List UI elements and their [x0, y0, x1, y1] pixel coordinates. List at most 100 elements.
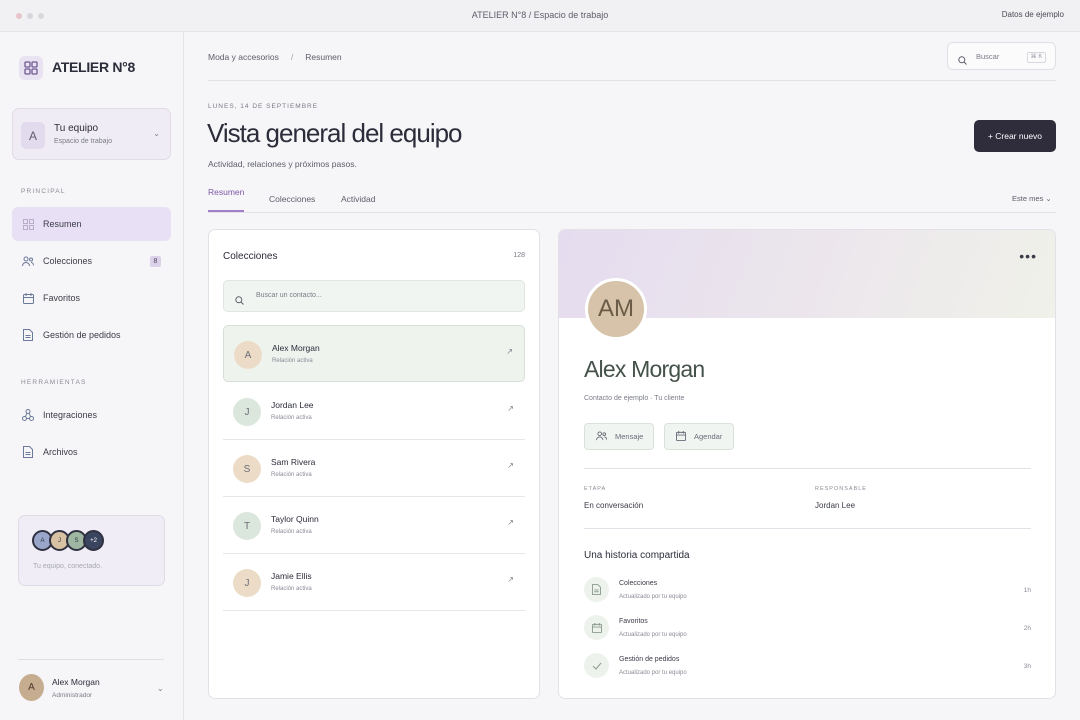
detail-divider — [584, 528, 1031, 529]
grid-icon — [22, 218, 34, 230]
arrow-up-right-icon: ↗ — [507, 575, 514, 584]
contact-search-input[interactable]: Buscar un contacto... — [223, 280, 525, 312]
document-icon — [22, 446, 34, 458]
integrations-icon — [22, 409, 34, 421]
check-icon — [584, 653, 609, 678]
page-title: Vista general del equipo — [207, 118, 463, 148]
history-item[interactable]: Colecciones Actualizado por tu equipo 1h — [584, 577, 1031, 607]
search-icon — [235, 292, 244, 310]
user-menu-chevron-icon[interactable]: ⌄ — [157, 684, 164, 693]
message-button[interactable]: Mensaje — [584, 423, 654, 450]
sidebar-item-colecciones[interactable]: Colecciones 8 — [12, 244, 171, 278]
contact-name: Sam Rivera — [271, 457, 316, 467]
breadcrumb: Moda y accesorios / Resumen — [208, 52, 342, 62]
contact-name: Taylor Quinn — [271, 514, 319, 524]
logo-grid-icon — [19, 56, 43, 80]
users-icon — [596, 430, 607, 443]
team-name: Tu equipo — [54, 123, 99, 134]
more-options-icon[interactable]: ••• — [1019, 248, 1037, 264]
history-item[interactable]: Favoritos Actualizado por tu equipo 2h — [584, 615, 1031, 645]
contact-status: Relación activa — [272, 358, 313, 364]
chevron-down-icon: ⌄ — [153, 129, 160, 138]
section-principal-label: PRINCIPAL — [21, 188, 66, 195]
contact-status: Relación activa — [271, 472, 312, 478]
contact-row-jordan-lee[interactable]: J Jordan Lee Relación activa ↗ — [223, 383, 525, 440]
shortcut-hint: ⌘ K — [1027, 52, 1046, 63]
tab-colecciones[interactable]: Colecciones — [269, 194, 315, 204]
sidebar-item-archivos[interactable]: Archivos — [12, 435, 171, 469]
avatar: J — [233, 569, 261, 597]
count-badge: 8 — [150, 256, 161, 267]
contact-row-taylor-quinn[interactable]: T Taylor Quinn Relación activa ↗ — [223, 497, 525, 554]
global-search[interactable]: Buscar ⌘ K — [947, 42, 1056, 70]
sidebar-divider — [18, 659, 164, 660]
history-item-time: 1h — [1023, 587, 1031, 594]
arrow-up-right-icon: ↗ — [506, 347, 513, 356]
sidebar-item-gestion-pedidos[interactable]: Gestión de pedidos — [12, 318, 171, 352]
profile-name: Alex Morgan — [584, 356, 705, 382]
team-card-text: Tu equipo, conectado. — [33, 563, 103, 570]
history-item-subtitle: Actualizado por tu equipo — [619, 594, 687, 600]
contact-status: Relación activa — [271, 586, 312, 592]
sidebar-item-integraciones[interactable]: Integraciones — [12, 398, 171, 432]
contact-status: Relación activa — [271, 529, 312, 535]
contact-name: Jamie Ellis — [271, 571, 312, 581]
sidebar-item-label: Gestión de pedidos — [43, 330, 121, 340]
collections-title: Colecciones — [223, 251, 278, 262]
calendar-icon — [676, 430, 686, 443]
stage-value: En conversación — [584, 501, 644, 510]
users-icon — [22, 255, 34, 267]
window-titlebar: ATELIER N°8 / Espacio de trabajo Datos d… — [0, 0, 1080, 32]
sidebar-item-favoritos[interactable]: Favoritos — [12, 281, 171, 315]
team-avatars: A J S +2 — [32, 530, 104, 551]
owner-label: RESPONSABLE — [815, 486, 867, 492]
detail-divider — [584, 468, 1031, 469]
team-card: A J S +2 Tu equipo, conectado. — [18, 515, 165, 586]
search-icon — [958, 52, 967, 70]
schedule-button[interactable]: Agendar — [664, 423, 734, 450]
sidebar-item-label: Archivos — [43, 447, 78, 457]
team-avatar: A — [21, 122, 45, 149]
contact-detail-panel: ••• AM Alex Morgan Contacto de ejemplo ·… — [558, 229, 1056, 699]
contact-status: Relación activa — [271, 415, 312, 421]
page-subtitle: Actividad, relaciones y próximos pasos. — [208, 159, 357, 169]
schedule-label: Agendar — [694, 432, 723, 441]
calendar-icon — [22, 292, 34, 304]
section-tools-label: HERRAMIENTAS — [21, 379, 87, 386]
profile-subtitle: Contacto de ejemplo · Tu cliente — [584, 395, 685, 402]
arrow-up-right-icon: ↗ — [507, 461, 514, 470]
tab-resumen[interactable]: Resumen — [208, 187, 244, 197]
sidebar-item-resumen[interactable]: Resumen — [12, 207, 171, 241]
sidebar-item-label: Favoritos — [43, 293, 81, 303]
sidebar: ATELIER N°8 A Tu equipo Espacio de traba… — [0, 32, 184, 720]
main-content: Moda y accesorios / Resumen Buscar ⌘ K L… — [185, 32, 1080, 720]
collections-count: 128 — [513, 252, 525, 259]
history-title: Una historia compartida — [584, 550, 690, 561]
sidebar-item-label: Colecciones — [43, 256, 93, 266]
contact-row-sam-rivera[interactable]: S Sam Rivera Relación activa ↗ — [223, 440, 525, 497]
document-icon — [22, 329, 34, 341]
tab-actividad[interactable]: Actividad — [341, 194, 376, 204]
team-subtitle: Espacio de trabajo — [54, 138, 112, 145]
contact-row-alex-morgan[interactable]: A Alex Morgan Relación activa ↗ — [223, 325, 525, 382]
user-avatar: A — [19, 674, 44, 701]
sample-data-label: Datos de ejemplo — [1001, 10, 1064, 19]
document-icon — [584, 577, 609, 602]
avatar: A — [234, 341, 262, 369]
contact-search-placeholder: Buscar un contacto... — [256, 292, 322, 299]
history-item-name: Favoritos — [619, 618, 648, 625]
arrow-up-right-icon: ↗ — [507, 404, 514, 413]
history-item-time: 3h — [1023, 663, 1031, 670]
history-item-name: Colecciones — [619, 580, 658, 587]
period-selector[interactable]: Este mes ⌄ — [1012, 194, 1052, 203]
history-item[interactable]: Gestión de pedidos Actualizado por tu eq… — [584, 653, 1031, 683]
team-switcher[interactable]: A Tu equipo Espacio de trabajo ⌄ — [12, 108, 171, 160]
avatar-overflow-count: +2 — [83, 530, 104, 551]
contact-name: Alex Morgan — [272, 343, 320, 353]
breadcrumb-separator: / — [290, 52, 294, 62]
user-role: Administrador — [52, 692, 93, 699]
sidebar-item-label: Resumen — [43, 219, 82, 229]
contact-row-jamie-ellis[interactable]: J Jamie Ellis Relación activa ↗ — [223, 554, 525, 611]
create-new-button[interactable]: + Crear nuevo — [974, 120, 1056, 152]
breadcrumb-link[interactable]: Moda y accesorios — [208, 52, 279, 62]
